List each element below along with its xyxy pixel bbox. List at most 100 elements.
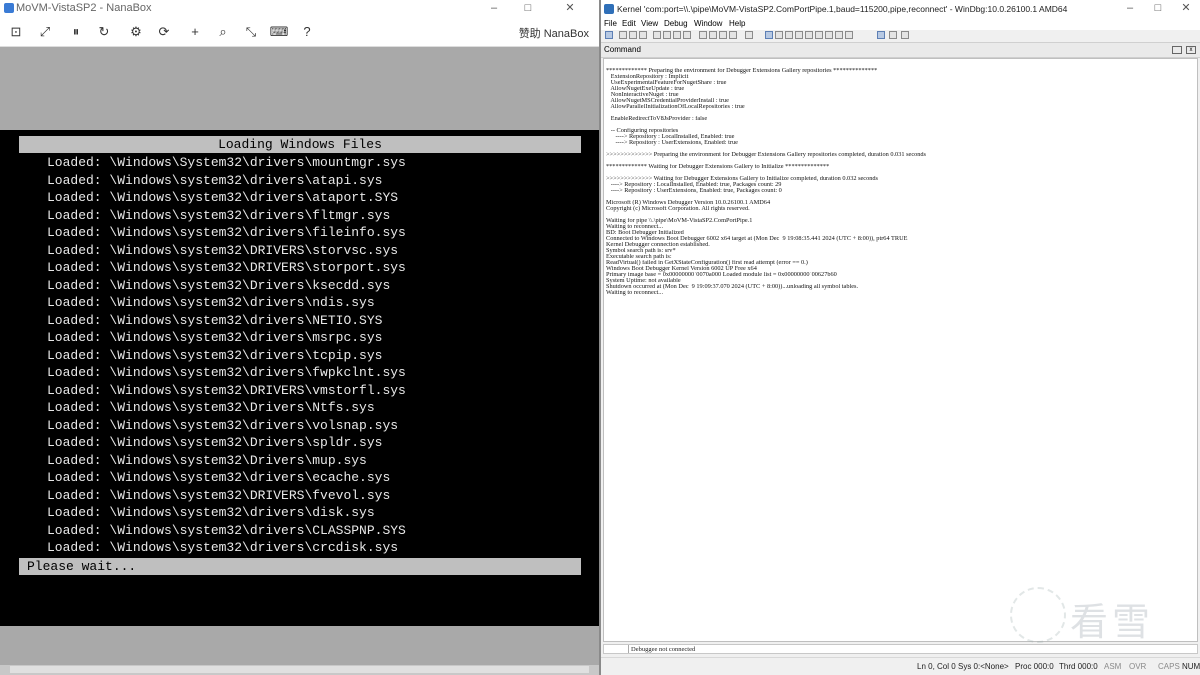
settings-icon[interactable]: ⚙ [126,22,146,42]
restart-icon[interactable] [663,31,671,39]
watch-window-icon[interactable] [775,31,783,39]
nanabox-toolbar: ⊡ ⤢ ⏸ ↻ ⚙ ⟳ + ⌕ ⤡ ⌨ ? 赞助 NanaBox [0,17,599,47]
reset-icon[interactable]: ⟳ [154,22,174,42]
status-num: NUM [1182,662,1200,671]
locals-window-icon[interactable] [785,31,793,39]
windbg-toolbar [601,30,1200,43]
open-source-icon[interactable] [605,31,613,39]
font-icon[interactable] [889,31,897,39]
command-window-icon[interactable] [765,31,773,39]
step-over-icon[interactable] [709,31,717,39]
copy-icon[interactable] [629,31,637,39]
command-output-lines: ************* Preparing the environment … [606,68,1196,296]
boot-line: Loaded: \Windows\system32\drivers\volsna… [47,417,399,433]
boot-line: Loaded: \Windows\system32\drivers\ndis.s… [47,295,375,310]
go-icon[interactable] [653,31,661,39]
status-asm: ASM [1104,662,1122,671]
horizontal-scrollbar[interactable] [0,665,599,675]
pane-close-icon[interactable]: x [1186,46,1196,54]
status-thrd: Thrd 000:0 [1059,662,1098,671]
window-title: Kernel 'com:port=\\.\pipe\MoVM-VistaSP2.… [617,4,1068,14]
boot-line: Loaded: \Windows\system32\Drivers\spldr.… [47,435,383,450]
source-mode-icon[interactable] [877,31,885,39]
title-bar: Kernel 'com:port=\\.\pipe\MoVM-VistaSP2.… [601,0,1200,18]
scrollbar-thumb[interactable] [10,666,589,673]
disassembly-icon[interactable] [825,31,833,39]
registers-window-icon[interactable] [795,31,803,39]
command-output[interactable]: ************* Preparing the environment … [603,58,1198,642]
run-to-cursor-icon[interactable] [729,31,737,39]
pause-icon[interactable]: ⏸ [66,22,86,42]
boot-line: Loaded: \Windows\system32\drivers\disk.s… [47,505,375,520]
ctrl-alt-del-icon[interactable]: ⌨ [269,22,289,42]
boot-line: Loaded: \Windows\system32\drivers\crcdis… [47,540,399,555]
vm-display[interactable]: Loading Windows Files Loaded: \Windows\S… [0,47,599,665]
windbg-window: Kernel 'com:port=\\.\pipe\MoVM-VistaSP2.… [601,0,1200,675]
call-stack-icon[interactable] [815,31,823,39]
boot-footer: Please wait... [19,558,581,575]
scratch-pad-icon[interactable] [835,31,843,39]
search-icon[interactable]: ⌕ [213,22,233,42]
boot-line: Loaded: \Windows\system32\drivers\CLASSP… [47,522,406,538]
title-bar: MoVM-VistaSP2 - NanaBox – □ ✕ [0,0,599,17]
stop-debugging-icon[interactable] [673,31,681,39]
step-into-icon[interactable] [699,31,707,39]
cut-icon[interactable] [619,31,627,39]
sponsor-link[interactable]: 赞助 NanaBox [519,25,589,41]
command-pane-title: Command [604,45,641,54]
boot-line: Loaded: \Windows\system32\drivers\msrpc.… [47,330,383,345]
boot-line: Loaded: \Windows\system32\DRIVERS\storvs… [47,242,399,258]
status-ln-col: Ln 0, Col 0 [917,662,956,671]
command-input-text: Debuggee not connected [631,646,696,653]
status-bar: Ln 0, Col 0 Sys 0:<None> Proc 000:0 Thrd… [601,657,1200,675]
boot-line: Loaded: \Windows\system32\drivers\fltmgr… [47,207,391,223]
pane-menu-icon[interactable] [1172,46,1182,54]
watermark-seal-icon [1010,587,1066,643]
boot-driver-list: Loaded: \Windows\System32\drivers\mountm… [47,154,587,557]
menu-view[interactable]: View [641,18,658,30]
status-ovr: OVR [1129,662,1147,671]
maximize-button[interactable]: □ [514,0,542,17]
status-sys: Sys 0:<None> [958,662,1009,671]
command-output-line: Waiting to reconnect... [606,290,664,296]
boot-line: Loaded: \Windows\system32\drivers\fwpkcl… [47,365,406,380]
processes-threads-icon[interactable] [845,31,853,39]
options-icon[interactable] [901,31,909,39]
boot-line: Loaded: \Windows\system32\DRIVERS\vmstor… [47,382,406,398]
zoom-fit-icon[interactable]: ⤡ [241,22,261,42]
close-button[interactable]: ✕ [1172,0,1200,17]
status-proc: Proc 000:0 [1015,662,1054,671]
memory-window-icon[interactable] [805,31,813,39]
menu-edit[interactable]: Edit [622,18,636,30]
windbg-app-icon [604,4,614,14]
breakpoint-icon[interactable] [745,31,753,39]
command-prompt [606,645,629,653]
boot-line: Loaded: \Windows\system32\drivers\NETIO.… [47,312,383,328]
step-out-icon[interactable] [719,31,727,39]
minimize-button[interactable]: – [1116,0,1144,17]
zoom-in-icon[interactable]: + [185,22,205,42]
status-caps: CAPS [1158,662,1180,671]
boot-loader-screen: Loading Windows Files Loaded: \Windows\S… [0,130,599,626]
boot-line: Loaded: \Windows\system32\DRIVERS\fvevol… [47,487,391,503]
menu-window[interactable]: Window [694,18,722,30]
command-pane-header: Command x [601,43,1200,58]
fullscreen-icon[interactable]: ⤢ [35,22,55,42]
boot-line: Loaded: \Windows\system32\Drivers\ksecdd… [47,277,391,293]
restart-icon[interactable]: ↻ [94,22,114,42]
menu-debug[interactable]: Debug [664,18,688,30]
close-button[interactable]: ✕ [556,0,584,17]
menu-bar: File Edit View Debug Window Help [601,18,1200,30]
maximize-button[interactable]: □ [1144,0,1172,17]
menu-help[interactable]: Help [729,18,745,30]
nanabox-app-icon [4,3,14,13]
boot-line: Loaded: \Windows\system32\drivers\atapi.… [47,172,383,188]
boot-line: Loaded: \Windows\System32\drivers\mountm… [47,155,406,170]
enhanced-session-icon[interactable]: ⊡ [6,22,26,42]
minimize-button[interactable]: – [480,0,508,17]
menu-file[interactable]: File [604,18,617,30]
help-icon[interactable]: ? [297,22,317,42]
break-icon[interactable] [683,31,691,39]
paste-icon[interactable] [639,31,647,39]
boot-line: Loaded: \Windows\system32\drivers\ecache… [47,470,391,485]
